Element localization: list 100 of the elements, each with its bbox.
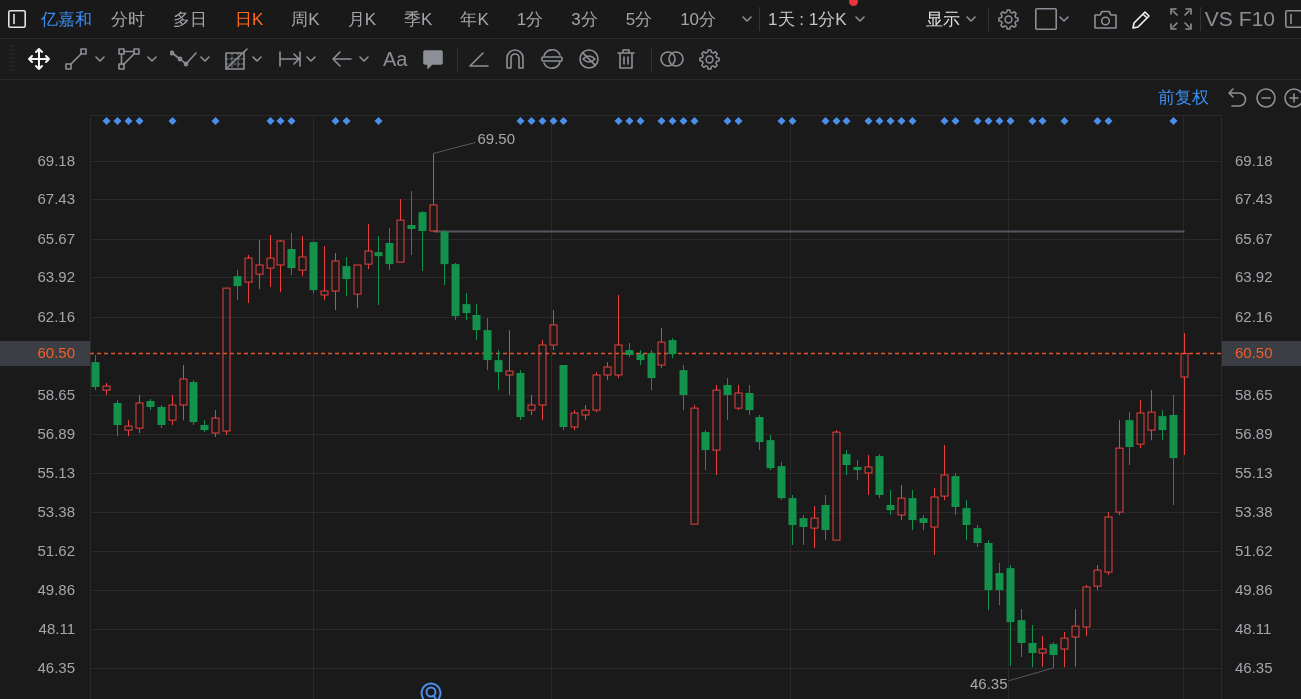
eye-slash-icon[interactable] <box>579 49 600 69</box>
event-marker-icon[interactable] <box>636 117 645 125</box>
event-marker-icon[interactable] <box>864 117 873 125</box>
period-tab[interactable]: 5分 <box>625 7 653 31</box>
event-marker-icon[interactable] <box>1006 117 1015 125</box>
event-marker-icon[interactable] <box>614 117 623 125</box>
event-marker-icon[interactable] <box>1028 117 1037 125</box>
event-marker-icon[interactable] <box>124 117 133 125</box>
settings-icon[interactable] <box>699 48 721 70</box>
event-marker-icon[interactable] <box>734 117 743 125</box>
event-marker-icon[interactable] <box>690 117 699 125</box>
event-marker-icon[interactable] <box>625 117 634 125</box>
caret-icon[interactable] <box>200 56 210 62</box>
event-marker-icon[interactable] <box>538 117 547 125</box>
period-tab[interactable]: 多日 <box>173 7 207 31</box>
zoom-out-icon[interactable] <box>1256 87 1276 108</box>
event-marker-icon[interactable] <box>908 117 917 125</box>
period-tab[interactable]: 3分 <box>571 7 598 31</box>
caret-icon[interactable] <box>95 56 105 62</box>
arrow-left-icon[interactable] <box>332 51 352 67</box>
event-marker-icon[interactable] <box>679 117 688 125</box>
settings-icon[interactable] <box>997 8 1019 30</box>
event-marker-icon[interactable] <box>168 117 177 125</box>
event-marker-icon[interactable] <box>276 117 285 125</box>
move-icon[interactable] <box>28 48 50 70</box>
event-marker-icon[interactable] <box>102 117 111 125</box>
wave-icon[interactable] <box>170 50 198 68</box>
event-marker-icon[interactable] <box>723 117 732 125</box>
caret-icon[interactable] <box>252 56 262 62</box>
period-tab[interactable]: 周K <box>291 7 320 31</box>
caret-icon[interactable] <box>1058 16 1069 22</box>
event-marker-icon[interactable] <box>886 117 895 125</box>
loop-bar-icon[interactable] <box>541 49 564 69</box>
period-tab[interactable]: 年K <box>460 7 489 31</box>
range-icon[interactable] <box>279 51 301 67</box>
event-marker-icon[interactable] <box>287 117 296 125</box>
event-marker-icon[interactable] <box>342 117 351 125</box>
event-marker-icon[interactable] <box>1060 117 1069 125</box>
text-tool[interactable]: Aa <box>383 47 408 71</box>
period-tab[interactable]: 10分 <box>680 7 717 31</box>
event-marker-icon[interactable] <box>527 117 536 125</box>
event-marker-icon[interactable] <box>211 117 220 125</box>
undo-icon[interactable] <box>1228 88 1247 107</box>
event-marker-icon[interactable] <box>897 117 906 125</box>
caret-icon[interactable] <box>855 16 866 22</box>
event-marker-icon[interactable] <box>135 117 144 125</box>
angle-icon[interactable] <box>469 51 490 67</box>
f10-button[interactable]: F10 <box>1238 7 1275 31</box>
period-tab[interactable]: 季K <box>404 7 433 31</box>
polygon-icon[interactable] <box>118 48 140 70</box>
event-marker-icon[interactable] <box>374 117 383 125</box>
overlap-circles-icon[interactable] <box>660 51 685 67</box>
event-marker-icon[interactable] <box>821 117 830 125</box>
event-marker-icon[interactable] <box>549 117 558 125</box>
vs-button[interactable]: VS <box>1204 7 1233 31</box>
event-marker-icon[interactable] <box>832 117 841 125</box>
event-marker-icon[interactable] <box>951 117 960 125</box>
caret-icon[interactable] <box>147 56 157 62</box>
caret-icon[interactable] <box>306 56 316 62</box>
ring-icon[interactable] <box>420 682 442 699</box>
event-marker-icon[interactable] <box>266 117 275 125</box>
trash-icon[interactable] <box>617 49 636 69</box>
caret-icon[interactable] <box>359 56 369 62</box>
grid-chart-icon[interactable] <box>225 48 248 70</box>
event-marker-icon[interactable] <box>113 117 122 125</box>
event-marker-icon[interactable] <box>777 117 786 125</box>
display-dropdown[interactable]: 显示 <box>925 7 976 31</box>
caret-icon[interactable] <box>742 16 753 22</box>
event-marker-icon[interactable] <box>559 117 568 125</box>
magnet-icon[interactable] <box>506 49 525 69</box>
event-marker-icon[interactable] <box>940 117 949 125</box>
event-marker-icon[interactable] <box>657 117 666 125</box>
period-tab[interactable]: 日K <box>235 7 264 31</box>
event-marker-icon[interactable] <box>1104 117 1113 125</box>
interval-dropdown[interactable]: 1天 : 1分K <box>768 7 866 31</box>
camera-icon[interactable] <box>1093 9 1117 29</box>
zoom-in-icon[interactable] <box>1284 87 1301 108</box>
period-tab[interactable]: 分时 <box>111 7 145 31</box>
event-marker-icon[interactable] <box>1169 117 1178 125</box>
event-marker-icon[interactable] <box>788 117 797 125</box>
sidebar-toggle-icon[interactable] <box>1285 10 1301 28</box>
square-icon[interactable] <box>1034 8 1057 30</box>
event-marker-icon[interactable] <box>984 117 993 125</box>
period-tab[interactable]: 月K <box>347 7 377 31</box>
event-marker-icon[interactable] <box>875 117 884 125</box>
pencil-icon[interactable] <box>1130 8 1152 30</box>
speech-bubble-icon[interactable] <box>423 49 444 69</box>
event-marker-icon[interactable] <box>668 117 677 125</box>
caret-icon[interactable] <box>965 16 976 22</box>
period-tab[interactable]: 1分 <box>516 7 544 31</box>
fullscreen-icon[interactable] <box>1169 8 1192 30</box>
event-marker-icon[interactable] <box>331 117 340 125</box>
event-marker-icon[interactable] <box>516 117 525 125</box>
event-marker-icon[interactable] <box>995 117 1004 125</box>
event-marker-icon[interactable] <box>973 117 982 125</box>
price-adjustment-toggle[interactable]: 前复权 <box>1158 86 1209 109</box>
event-marker-icon[interactable] <box>1093 117 1102 125</box>
event-marker-icon[interactable] <box>842 117 851 125</box>
event-marker-icon[interactable] <box>1038 117 1047 125</box>
line-segment-icon[interactable] <box>65 48 87 70</box>
